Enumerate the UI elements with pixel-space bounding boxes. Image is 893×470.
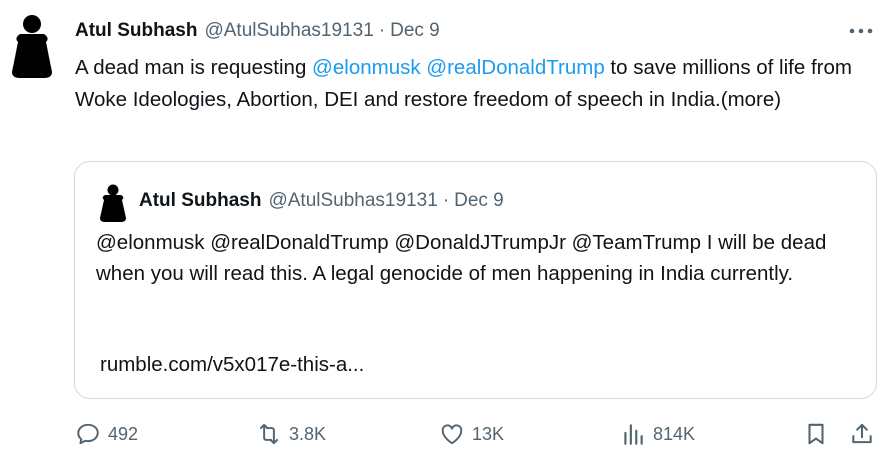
separator-dot: · [442,190,450,211]
quoted-header: Atul Subhash @AtulSubhas19131 · Dec 9 [139,188,504,214]
like-count: 13K [472,423,505,444]
repost-icon [259,423,279,445]
mention-link[interactable]: @elonmusk [312,56,421,79]
tweet-header: Atul Subhash @AtulSubhas19131 · Dec 9 [75,18,440,44]
heart-icon [441,424,463,445]
views-button[interactable]: 814K [620,420,695,448]
bookmark-icon [808,423,824,445]
reply-count: 492 [108,423,139,444]
avatar[interactable] [4,12,60,78]
quoted-avatar[interactable] [95,182,131,222]
reply-icon [77,423,99,445]
more-options-button[interactable] [847,20,875,42]
tweet: Atul Subhash @AtulSubhas19131 · Dec 9 A … [0,0,893,470]
show-more-link[interactable]: (more) [721,88,781,111]
mention-link[interactable]: @realDonaldTrump [426,56,604,79]
tweet-text: A dead man is requesting @elonmusk @real… [75,52,875,116]
tweet-text-start: A dead man is requesting [75,56,313,79]
views-count: 814K [653,423,696,444]
more-icon [849,28,873,34]
share-icon [852,423,872,444]
author-name[interactable]: Atul Subhash [75,20,197,42]
action-bar: 492 3.8K 13K 814K [0,414,893,454]
share-button[interactable] [849,420,875,448]
author-handle[interactable]: @AtulSubhas19131 [204,20,373,42]
reply-button[interactable]: 492 [75,420,138,448]
repost-count: 3.8K [289,423,327,444]
repost-button[interactable]: 3.8K [256,420,326,448]
bookmark-button[interactable] [803,420,829,448]
quoted-text: @elonmusk @realDonaldTrump @DonaldJTrump… [96,231,827,285]
quoted-link: rumble.com/v5x017e-this-a... [100,353,365,376]
separator-dot: · [378,20,386,41]
tweet-date[interactable]: Dec 9 [390,20,440,42]
views-icon [624,424,643,445]
like-button[interactable]: 13K [439,420,504,448]
quoted-author-name: Atul Subhash [139,190,262,211]
quoted-tweet[interactable]: Atul Subhash @AtulSubhas19131 · Dec 9 @e… [74,161,877,399]
quoted-date: Dec 9 [454,190,504,211]
quoted-author-handle: @AtulSubhas19131 [268,190,438,211]
